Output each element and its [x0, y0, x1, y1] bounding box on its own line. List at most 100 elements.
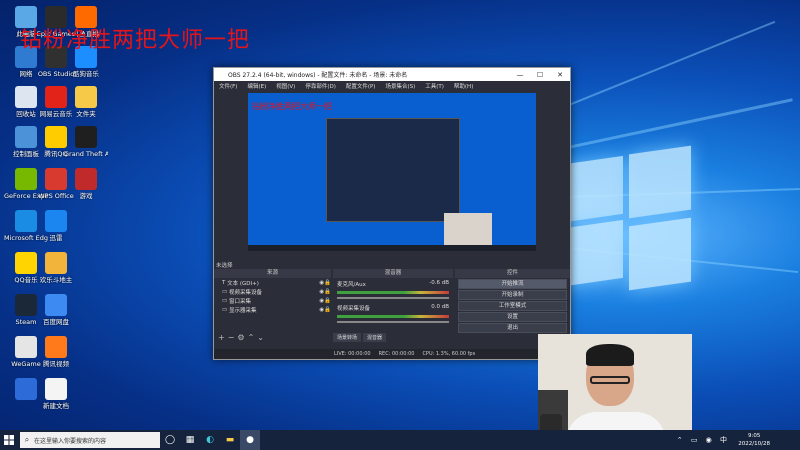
- obs-titlebar[interactable]: OBS 27.2.4 (64-bit, windows) - 配置文件: 未命名…: [214, 68, 570, 81]
- add-icon[interactable]: +: [218, 333, 228, 342]
- obs-docks: 未选择 来源 T 文本 (GDI+) ◉ 🔒 ▭ 视频采集设备 ◉ 🔒 ▭ 窗口采集 ◉ 🔒…: [214, 261, 570, 359]
- chevron-up-icon[interactable]: ⌃: [248, 333, 258, 342]
- desktop-icon-label: 腾讯视频: [43, 360, 69, 368]
- track-level: 0.0 dB: [431, 304, 449, 310]
- menu-edit[interactable]: 编辑(E): [242, 82, 271, 90]
- window-icon: ▭: [222, 297, 228, 304]
- desktop-icon[interactable]: Grand Theft Auto V: [64, 126, 108, 158]
- gear-icon[interactable]: ⚙: [237, 333, 247, 342]
- obs-taskbar-icon[interactable]: ●: [240, 430, 260, 450]
- volume-slider[interactable]: [337, 297, 449, 299]
- clock-time: 9:05: [747, 433, 761, 439]
- menu-help[interactable]: 帮助(H): [449, 82, 478, 90]
- obs-preview[interactable]: 钻粉净胜两把大师一把: [248, 93, 536, 251]
- menu-view[interactable]: 视图(V): [271, 82, 300, 90]
- desktop-icon[interactable]: 腾讯视频: [34, 336, 78, 368]
- task-view-icon[interactable]: ◯: [160, 430, 180, 450]
- file-explorer-icon[interactable]: ▬: [220, 430, 240, 450]
- lock-icon[interactable]: 🔒: [324, 280, 331, 286]
- lock-icon[interactable]: 🔒: [324, 289, 331, 295]
- source-item[interactable]: ▭ 显示器采集 ◉ 🔒: [214, 305, 331, 314]
- cpu-usage: CPU: 1.3%, 60.00 fps: [422, 351, 476, 357]
- preview-nested-window: [326, 118, 460, 222]
- track-level: -0.6 dB: [429, 280, 449, 286]
- system-tray[interactable]: ⌃ ▭ ◉ 中: [677, 435, 730, 445]
- search-placeholder: 在这里输入你要搜索的内容: [34, 437, 107, 445]
- start-recording-button[interactable]: 开始录制: [458, 290, 567, 300]
- live-timer: LIVE: 00:00:00: [334, 351, 371, 357]
- source-name: 窗口采集: [228, 298, 251, 305]
- source-toolbar: +−⚙⌃⌄: [218, 333, 267, 342]
- desktop-icon[interactable]: 百度网盘: [34, 294, 78, 326]
- app-icon: [45, 378, 67, 400]
- volume-slider[interactable]: [337, 321, 449, 323]
- menu-tools[interactable]: 工具(T): [420, 82, 449, 90]
- close-icon[interactable]: ✕: [550, 71, 570, 79]
- person-hair: [586, 344, 634, 366]
- dock-tabs: 场景转场 混音器: [333, 333, 387, 342]
- controls-panel: 控件 开始推流 开始录制 工作室模式 设置 退出: [455, 269, 570, 339]
- app-icon: [45, 294, 67, 316]
- source-name: 显示器采集: [228, 307, 257, 314]
- mixer-header: 混音器: [333, 269, 453, 278]
- source-name: 文本 (GDI+): [227, 280, 259, 287]
- stream-overlay-title: 钻粉净胜两把大师一把: [20, 28, 251, 53]
- tab-transitions[interactable]: 场景转场: [333, 333, 362, 342]
- desktop-icon[interactable]: 文件夹: [64, 86, 108, 118]
- source-item[interactable]: T 文本 (GDI+) ◉ 🔒: [214, 278, 331, 287]
- text-icon: T: [222, 279, 226, 286]
- menu-profile[interactable]: 配置文件(P): [341, 82, 381, 90]
- desktop-icon[interactable]: 新建文档: [34, 378, 78, 410]
- desktop-icon-label: 迅雷: [49, 234, 63, 242]
- obs-title: OBS 27.2.4 (64-bit, windows) - 配置文件: 未命名…: [228, 72, 408, 79]
- webcam-feed: [538, 334, 692, 442]
- controls-header: 控件: [455, 269, 570, 278]
- volume-meter: [337, 315, 449, 318]
- app-icon: [45, 210, 67, 232]
- menu-docks[interactable]: 停靠部件(D): [300, 82, 341, 90]
- remove-icon[interactable]: −: [228, 333, 238, 342]
- track-name: 视频采集设备: [337, 306, 371, 312]
- monitor-icon: ▭: [222, 306, 228, 313]
- studio-mode-button[interactable]: 工作室模式: [458, 301, 567, 311]
- rec-timer: REC: 00:00:00: [378, 351, 415, 357]
- clock-date: 2022/10/28: [738, 441, 770, 447]
- desktop-icon-label: 欢乐斗地主: [39, 276, 73, 284]
- mixer-track: 麦克风/Aux -0.6 dB: [333, 278, 453, 290]
- lock-icon[interactable]: 🔒: [324, 298, 331, 304]
- obs-statusbar: LIVE: 00:00:00 REC: 00:00:00 CPU: 1.3%, …: [214, 349, 570, 359]
- taskview-icon[interactable]: ▦: [180, 430, 200, 450]
- desktop-icon[interactable]: 欢乐斗地主: [34, 252, 78, 284]
- obs-menubar: 文件(F) 编辑(E) 视图(V) 停靠部件(D) 配置文件(P) 场景集合(S…: [214, 81, 570, 91]
- desktop-icon-label: 游戏: [79, 192, 93, 200]
- tab-mixer[interactable]: 混音器: [363, 333, 387, 342]
- taskbar-search[interactable]: ⌕ 在这里输入你要搜索的内容: [20, 432, 160, 448]
- desktop-icon-label: 文件夹: [76, 110, 96, 118]
- taskbar: ⌕ 在这里输入你要搜索的内容 ◯ ▦ ◐ ▬ ● ⌃ ▭ ◉ 中 9:05 20…: [0, 430, 800, 450]
- app-icon: [75, 126, 97, 148]
- chevron-down-icon[interactable]: ⌄: [257, 333, 267, 342]
- windows-start-icon[interactable]: [0, 430, 18, 450]
- taskbar-clock[interactable]: 9:05 2022/10/28: [738, 432, 770, 448]
- obs-window[interactable]: OBS 27.2.4 (64-bit, windows) - 配置文件: 未命名…: [213, 67, 571, 360]
- start-streaming-button[interactable]: 开始推流: [458, 279, 567, 289]
- edge-icon[interactable]: ◐: [200, 430, 220, 450]
- desktop-icon[interactable]: 游戏: [64, 168, 108, 200]
- exit-button[interactable]: 退出: [458, 323, 567, 333]
- glasses: [590, 376, 630, 384]
- desktop-icon-label: 百度网盘: [43, 318, 69, 326]
- menu-scene-collection[interactable]: 场景集合(S): [380, 82, 420, 90]
- lock-icon[interactable]: 🔒: [324, 307, 331, 313]
- settings-button[interactable]: 设置: [458, 312, 567, 322]
- sources-header: 来源: [214, 269, 331, 278]
- preview-taskbar: [248, 245, 536, 251]
- source-item[interactable]: ▭ 窗口采集 ◉ 🔒: [214, 296, 331, 305]
- menu-file[interactable]: 文件(F): [214, 82, 242, 90]
- windows-logo-wallpaper: [565, 145, 695, 291]
- app-icon: [75, 168, 97, 190]
- source-item[interactable]: ▭ 视频采集设备 ◉ 🔒: [214, 287, 331, 296]
- minimize-icon[interactable]: —: [510, 71, 530, 79]
- maximize-icon[interactable]: ☐: [530, 71, 550, 79]
- desktop-icon-label: 酷狗音乐: [73, 70, 99, 78]
- desktop-icon[interactable]: 迅雷: [34, 210, 78, 242]
